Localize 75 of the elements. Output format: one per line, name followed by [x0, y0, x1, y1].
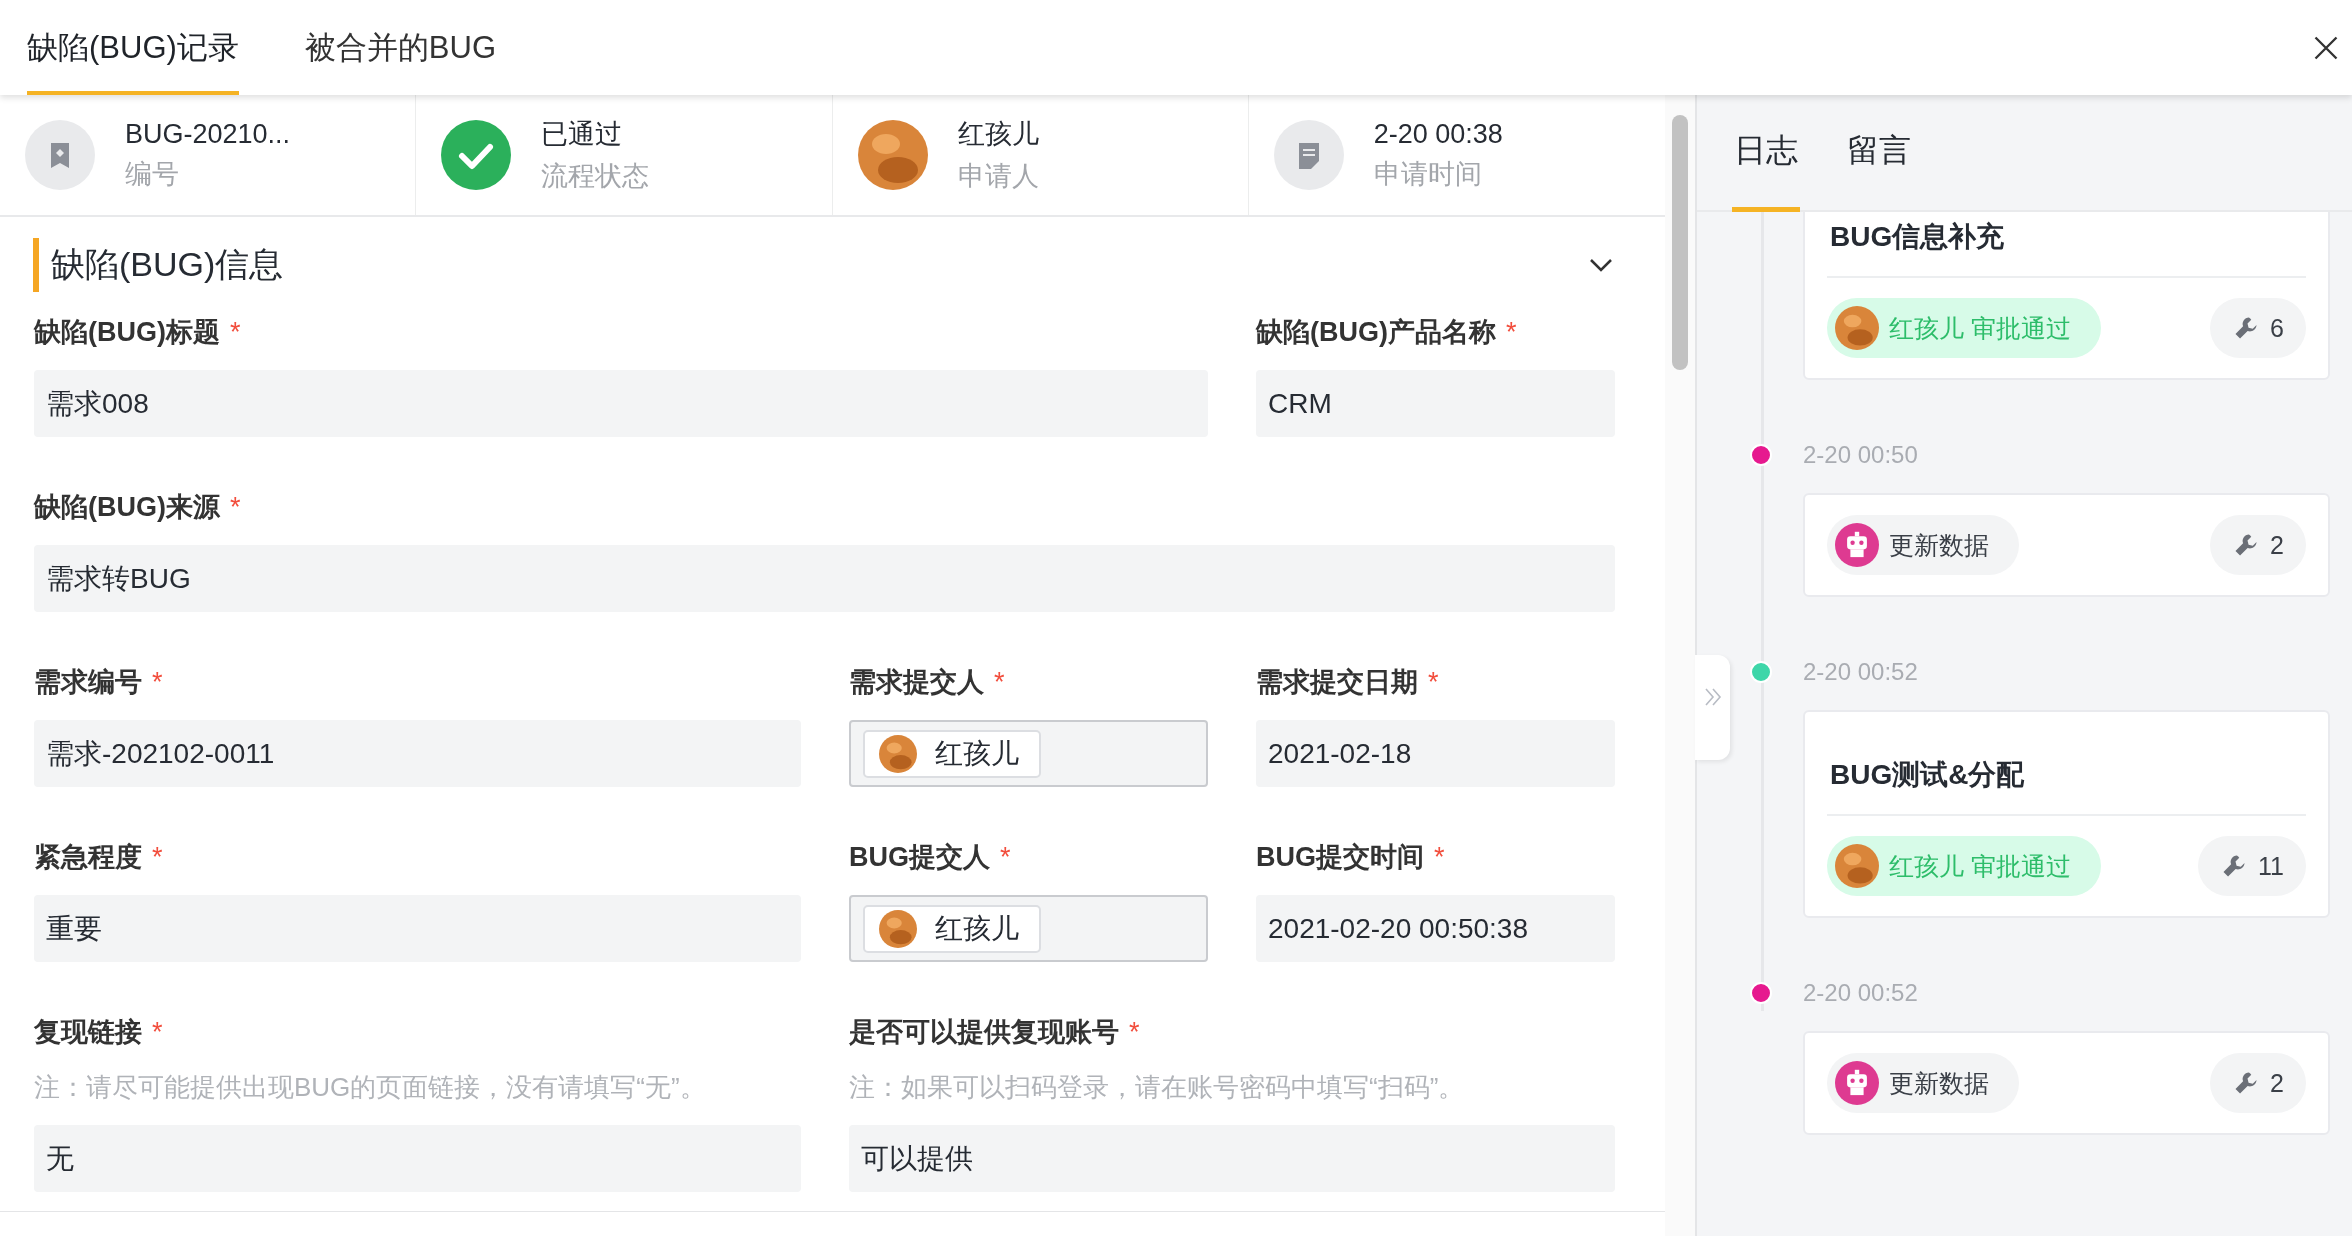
pill-text: 红孩儿 审批通过 [1889, 312, 2071, 344]
log-time: 2-20 00:52 [1803, 658, 1918, 686]
summary-label: 申请时间 [1373, 157, 1483, 191]
card-title: BUG信息补充 [1829, 220, 2006, 254]
pill-text: 更新数据 [1889, 529, 1989, 561]
input-field[interactable]: 需求008 [34, 370, 1208, 437]
count-text: 2 [2270, 1068, 2284, 1098]
input-field[interactable]: CRM [1256, 370, 1615, 437]
person-name: 红孩儿 [935, 736, 1019, 771]
document-icon [1273, 120, 1344, 190]
field-label: 缺陷(BUG)产品名称 [1256, 316, 1496, 349]
avatar-icon [1835, 306, 1879, 350]
summary-label: 申请人 [957, 160, 1039, 193]
field-label: 缺陷(BUG)来源 [34, 491, 220, 524]
required-mark: * [152, 1016, 163, 1049]
summary-value: BUG-20210... [125, 118, 291, 150]
bookmark-icon [25, 120, 95, 190]
section-title: 缺陷(BUG)信息 [51, 243, 285, 285]
input-field[interactable]: 2021-02-18 [1256, 720, 1615, 787]
input-field[interactable]: 可以提供 [849, 1125, 1615, 1192]
field-label: 是否可以提供复现账号 [849, 1016, 1119, 1049]
required-mark: * [1428, 666, 1439, 699]
input-field[interactable]: 无 [34, 1125, 801, 1192]
required-mark: * [1434, 841, 1445, 874]
count-text: 11 [2258, 851, 2284, 881]
pill-text: 红孩儿 审批通过 [1889, 850, 2071, 882]
field-label: 复现链接 [34, 1016, 142, 1049]
scrollbar[interactable] [1672, 115, 1688, 370]
card-title: BUG测试&分配 [1829, 758, 2026, 792]
summary-value: 红孩儿 [957, 118, 1039, 151]
avatar-icon [1835, 844, 1879, 888]
robot-icon [1835, 1061, 1879, 1105]
input-field[interactable]: 重要 [34, 895, 801, 962]
field-label: 缺陷(BUG)标题 [34, 316, 220, 349]
avatar-icon [879, 909, 917, 948]
count-text: 6 [2270, 313, 2284, 343]
required-mark: * [152, 666, 163, 699]
summary-label: 编号 [125, 157, 180, 191]
avatar-icon [879, 734, 917, 773]
required-mark: * [230, 491, 241, 524]
count-text: 2 [2270, 530, 2284, 560]
input-field[interactable]: 需求转BUG [34, 545, 1615, 612]
input-field[interactable]: 需求-202102-0011 [34, 720, 801, 787]
pill-text: 更新数据 [1889, 1067, 1989, 1099]
field-label: BUG提交人 [849, 841, 990, 874]
input-field[interactable]: 2021-02-20 00:50:38 [1256, 895, 1615, 962]
robot-icon [1835, 523, 1879, 567]
expand-handle[interactable] [1695, 655, 1730, 760]
person-field[interactable]: 红孩儿 [849, 895, 1208, 962]
tab[interactable]: 缺陷(BUG)记录 [27, 0, 239, 95]
required-mark: * [1506, 316, 1517, 349]
summary-value: 2-20 00:38 [1373, 118, 1503, 150]
required-mark: * [230, 316, 241, 349]
log-time: 2-20 00:50 [1803, 441, 1918, 469]
required-mark: * [152, 841, 163, 874]
log-time: 2-20 00:52 [1803, 979, 1918, 1007]
person-name: 红孩儿 [935, 911, 1019, 946]
required-mark: * [1000, 841, 1011, 874]
field-label: 需求提交日期 [1256, 666, 1418, 699]
summary-label: 流程状态 [541, 160, 650, 193]
required-mark: * [1129, 1016, 1140, 1049]
tab[interactable]: 日志 [1732, 95, 1800, 212]
person-field[interactable]: 红孩儿 [849, 720, 1208, 787]
field-label: 紧急程度 [34, 841, 142, 874]
field-label: BUG提交时间 [1256, 841, 1424, 874]
field-note: 注：如果可以扫码登录，请在账号密码中填写“扫码”。 [849, 1071, 1466, 1104]
field-label: 需求提交人 [849, 666, 984, 699]
tab[interactable]: 留言 [1845, 95, 1913, 212]
summary-value: 已通过 [541, 118, 624, 151]
tab[interactable]: 被合并的BUG [304, 0, 496, 95]
required-mark: * [994, 666, 1005, 699]
avatar-icon [857, 120, 928, 190]
check-icon [441, 120, 512, 190]
field-label: 需求编号 [34, 666, 142, 699]
field-note: 注：请尽可能提供出现BUG的页面链接，没有请填写“无”。 [34, 1071, 707, 1104]
